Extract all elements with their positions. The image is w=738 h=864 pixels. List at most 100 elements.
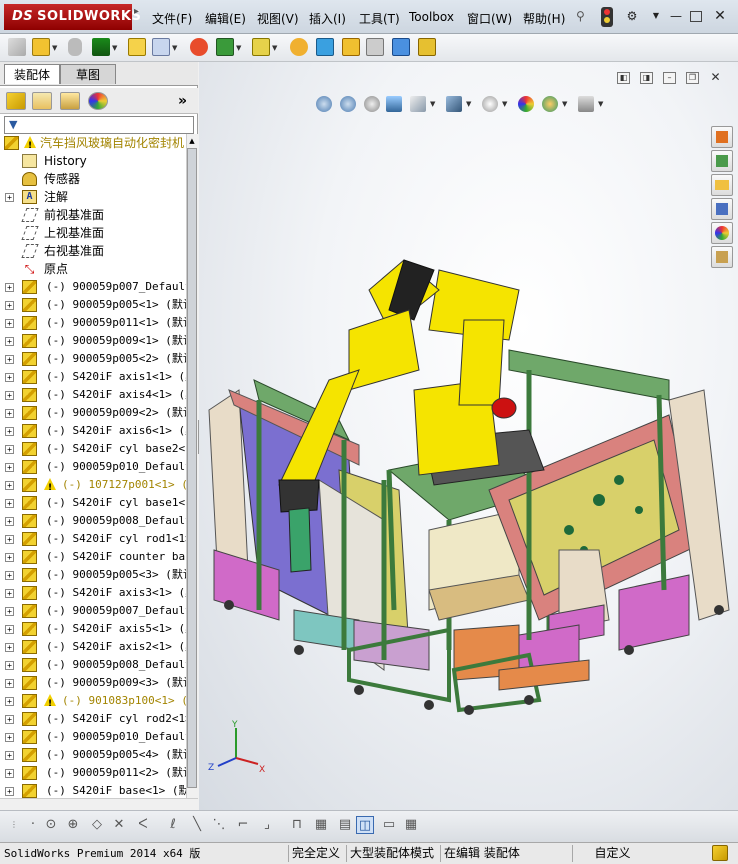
expand-toggle-icon[interactable]: + [5, 751, 14, 760]
explode-dropdown-icon[interactable]: ▼ [272, 44, 277, 52]
tree-scroll-thumb[interactable] [187, 148, 197, 788]
polygon-icon[interactable]: ◇ [88, 816, 106, 834]
explode-view-icon[interactable] [252, 38, 270, 56]
traffic-light-icon[interactable] [601, 7, 613, 27]
smart-fasteners-icon[interactable] [216, 38, 234, 56]
tree-item[interactable]: + (-) 900059p005<1> (默认 [0, 296, 186, 314]
apply-scene-icon[interactable] [542, 96, 558, 112]
tree-item[interactable]: + (-) 900059p011<1> (默认 [0, 314, 186, 332]
offset-icon[interactable]: ⌟ [258, 816, 276, 834]
view-orientation-icon[interactable] [410, 96, 426, 112]
menu-help[interactable]: 帮助(H) [523, 10, 565, 27]
tree-item[interactable]: + (-) 900059p010_Default_ [0, 458, 186, 476]
new-document-icon[interactable] [8, 38, 26, 56]
tree-item[interactable]: + (-) 900059p008_Default_ [0, 512, 186, 530]
mate-dropdown-icon[interactable]: ▼ [112, 44, 117, 52]
dimension-icon[interactable]: ⊓ [288, 816, 306, 834]
expand-toggle-icon[interactable]: + [5, 643, 14, 652]
menu-insert[interactable]: 插入(I) [309, 10, 346, 27]
expand-toggle-icon[interactable]: + [5, 319, 14, 328]
tree-item[interactable]: + (-) 107127p001<1> (默 [0, 476, 186, 497]
expand-toggle-icon[interactable]: + [5, 391, 14, 400]
menu-view[interactable]: 视图(V) [257, 10, 299, 27]
expand-toggle-icon[interactable]: + [5, 553, 14, 562]
hide-show-dropdown-icon[interactable]: ▼ [502, 100, 507, 108]
line-icon[interactable]: ╲ [188, 816, 206, 834]
expand-toggle-icon[interactable]: + [5, 463, 14, 472]
tree-item[interactable]: 传感器 [0, 170, 186, 188]
logo-dropdown-arrow-icon[interactable]: ▸ [134, 6, 142, 28]
construction-line-icon[interactable]: ⋱ [210, 816, 228, 834]
toolbar-grip-icon[interactable]: ⋮ [10, 820, 18, 829]
tree-item[interactable]: 前视基准面 [0, 206, 186, 224]
reference-geometry-icon[interactable] [366, 38, 384, 56]
expand-toggle-icon[interactable]: + [5, 769, 14, 778]
tree-item[interactable]: + (-) S420iF cyl rod1<1> [0, 530, 186, 548]
tree-item[interactable]: + (-) S420iF axis6<1> (默 [0, 422, 186, 440]
expand-toggle-icon[interactable]: + [5, 571, 14, 580]
open-dropdown-icon[interactable]: ▼ [52, 44, 57, 52]
tree-item[interactable]: + (-) 900059p008_Default_ [0, 656, 186, 674]
tree-item[interactable]: + (-) S420iF cyl rod2<1> [0, 710, 186, 728]
point-icon[interactable]: · [24, 816, 42, 834]
expand-toggle-icon[interactable]: + [5, 499, 14, 508]
tree-horizontal-scrollbar[interactable] [0, 798, 198, 810]
tab-sketch[interactable]: 草图 [60, 64, 116, 84]
tree-root[interactable]: 汽车挡风玻璃自动化密封机 [0, 134, 186, 155]
options-gear-icon[interactable]: ⚙ [624, 9, 640, 23]
tree-item[interactable]: + (-) 900059p005<4> (默认 [0, 746, 186, 764]
tree-item[interactable]: + (-) S420iF cyl base2<1> [0, 440, 186, 458]
view-orientation-dropdown-icon[interactable]: ▼ [430, 100, 435, 108]
configuration-manager-tab-icon[interactable] [60, 92, 80, 110]
expand-toggle-icon[interactable]: + [5, 625, 14, 634]
grid-icon[interactable]: ▦ [312, 816, 330, 834]
expand-toggle-icon[interactable]: + [5, 787, 14, 796]
expand-toggle-icon[interactable]: + [5, 589, 14, 598]
expand-toggle-icon[interactable]: + [5, 697, 14, 706]
scene-dropdown-icon[interactable]: ▼ [562, 100, 567, 108]
viewport-split-right-icon[interactable]: ◨ [640, 72, 653, 84]
expand-toggle-icon[interactable]: + [5, 301, 14, 310]
zoom-to-area-icon[interactable] [340, 96, 356, 112]
3d-box-icon[interactable]: ◫ [356, 816, 374, 834]
expand-toggle-icon[interactable]: + [5, 427, 14, 436]
view-settings-dropdown-icon[interactable]: ▼ [598, 100, 603, 108]
feature-manager-tab-icon[interactable] [6, 92, 26, 110]
tree-item[interactable]: + (-) 900059p011<2> (默认 [0, 764, 186, 782]
tree-item[interactable]: + (-) 900059p007_Default_ [0, 602, 186, 620]
property-manager-tab-icon[interactable] [32, 92, 52, 110]
tree-filter-input[interactable]: ▼ [4, 116, 194, 134]
restore-button[interactable] [690, 11, 702, 22]
table-icon[interactable]: ▦ [402, 816, 420, 834]
hide-show-items-icon[interactable] [482, 96, 498, 112]
solidworks-logo[interactable]: DS SOLIDWORKS [4, 4, 141, 30]
viewport-close-icon[interactable]: ✕ [709, 71, 722, 84]
arc-icon[interactable]: ᐸ [134, 816, 152, 834]
tree-item[interactable]: 右视基准面 [0, 242, 186, 260]
tree-item[interactable]: + (-) S420iF cyl base1<1> [0, 494, 186, 512]
file-explorer-icon[interactable] [711, 174, 733, 196]
edit-appearance-icon[interactable] [518, 96, 534, 112]
expand-toggle-icon[interactable]: + [5, 409, 14, 418]
expand-toggle-icon[interactable]: + [5, 661, 14, 670]
minimize-button[interactable]: — [668, 9, 684, 23]
assembly-model[interactable] [199, 230, 738, 720]
tree-item[interactable]: + (-) S420iF counter bal< [0, 548, 186, 566]
close-button[interactable]: ✕ [712, 9, 728, 23]
attach-paperclip-icon[interactable] [68, 38, 82, 56]
display-style-dropdown-icon[interactable]: ▼ [466, 100, 471, 108]
previous-view-icon[interactable] [364, 96, 380, 112]
circle-icon[interactable]: ⊙ [42, 816, 60, 834]
corner-rectangle-icon[interactable]: ⌐ [234, 816, 252, 834]
open-folder-icon[interactable] [32, 38, 50, 56]
menu-tools[interactable]: 工具(T) [359, 10, 400, 27]
viewport-minimize-icon[interactable]: – [663, 72, 676, 84]
tree-item[interactable]: + (-) S420iF axis2<1> (默 [0, 638, 186, 656]
design-library-icon[interactable] [711, 150, 733, 172]
fasteners-dropdown-icon[interactable]: ▼ [236, 44, 241, 52]
zoom-to-fit-icon[interactable] [316, 96, 332, 112]
tree-item[interactable]: History [0, 152, 186, 170]
tree-item[interactable]: + (-) S420iF axis5<1> (默 [0, 620, 186, 638]
expand-toggle-icon[interactable]: + [5, 679, 14, 688]
expand-toggle-icon[interactable]: + [5, 445, 14, 454]
